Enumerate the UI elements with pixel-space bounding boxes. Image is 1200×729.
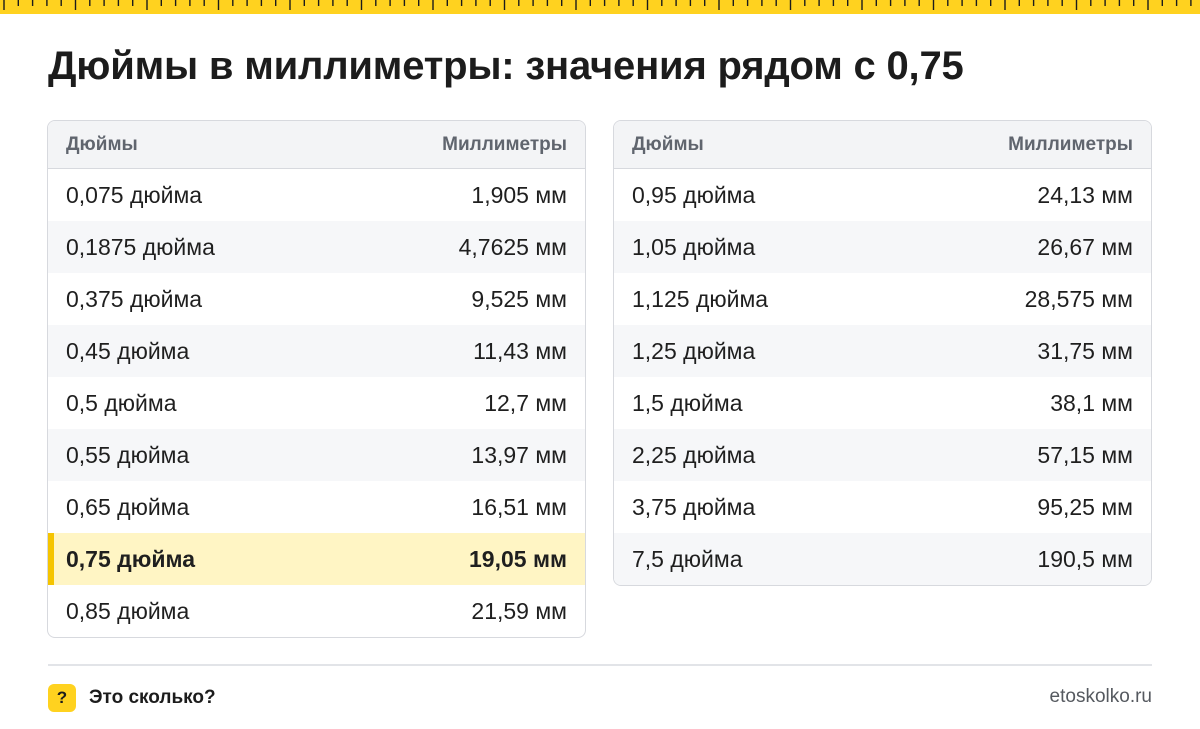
cell-inches: 1,25 дюйма <box>632 337 756 364</box>
table-row: 2,25 дюйма 57,15 мм <box>614 429 1151 481</box>
table-header: Дюймы Миллиметры <box>614 121 1151 169</box>
cell-mm: 28,575 мм <box>1024 285 1133 312</box>
cell-mm: 13,97 мм <box>471 441 567 468</box>
cell-inches: 0,65 дюйма <box>66 493 190 520</box>
cell-mm: 9,525 мм <box>471 285 567 312</box>
cell-inches: 0,1875 дюйма <box>66 233 215 260</box>
cell-inches: 1,05 дюйма <box>632 233 756 260</box>
cell-mm: 190,5 мм <box>1037 545 1133 572</box>
cell-mm: 95,25 мм <box>1037 493 1133 520</box>
cell-mm: 16,51 мм <box>471 493 567 520</box>
cell-mm: 11,43 мм <box>473 337 567 364</box>
cell-mm: 57,15 мм <box>1037 441 1133 468</box>
column-header-inches: Дюймы <box>66 133 138 155</box>
conversion-table-right: Дюймы Миллиметры 0,95 дюйма 24,13 мм 1,0… <box>613 120 1152 586</box>
table-row: 1,5 дюйма 38,1 мм <box>614 377 1151 429</box>
footer-divider <box>48 664 1152 666</box>
cell-mm: 21,59 мм <box>471 597 567 624</box>
table-header: Дюймы Миллиметры <box>48 121 585 169</box>
cell-inches: 1,5 дюйма <box>632 389 743 416</box>
table-row: 3,75 дюйма 95,25 мм <box>614 481 1151 533</box>
table-row: 0,65 дюйма 16,51 мм <box>48 481 585 533</box>
cell-mm: 1,905 мм <box>471 181 567 208</box>
cell-inches: 3,75 дюйма <box>632 493 756 520</box>
cell-inches: 0,75 дюйма <box>66 545 196 572</box>
ruler-strip <box>0 0 1200 14</box>
table-row: 1,25 дюйма 31,75 мм <box>614 325 1151 377</box>
table-row-highlighted: 0,75 дюйма 19,05 мм <box>48 533 585 585</box>
column-header-mm: Миллиметры <box>1008 133 1133 155</box>
table-row: 0,375 дюйма 9,525 мм <box>48 273 585 325</box>
cell-inches: 0,45 дюйма <box>66 337 190 364</box>
cell-inches: 7,5 дюйма <box>632 545 743 572</box>
cell-mm: 31,75 мм <box>1037 337 1133 364</box>
brand-name: Это сколько? <box>89 687 216 708</box>
conversion-table-left: Дюймы Миллиметры 0,075 дюйма 1,905 мм 0,… <box>47 120 586 638</box>
column-header-mm: Миллиметры <box>442 133 567 155</box>
table-row: 0,45 дюйма 11,43 мм <box>48 325 585 377</box>
cell-mm: 24,13 мм <box>1037 181 1133 208</box>
cell-inches: 0,075 дюйма <box>66 181 203 208</box>
cell-inches: 0,85 дюйма <box>66 597 190 624</box>
column-header-inches: Дюймы <box>632 133 704 155</box>
cell-mm: 19,05 мм <box>469 545 567 572</box>
ruler-ticks <box>3 0 1192 10</box>
table-row: 0,85 дюйма 21,59 мм <box>48 585 585 637</box>
site-url: etoskolko.ru <box>1049 686 1152 707</box>
table-row: 0,5 дюйма 12,7 мм <box>48 377 585 429</box>
table-row: 1,125 дюйма 28,575 мм <box>614 273 1151 325</box>
cell-mm: 12,7 мм <box>484 389 567 416</box>
cell-inches: 0,55 дюйма <box>66 441 190 468</box>
cell-inches: 1,125 дюйма <box>632 285 769 312</box>
cell-inches: 0,95 дюйма <box>632 181 756 208</box>
table-row: 0,075 дюйма 1,905 мм <box>48 169 585 221</box>
cell-inches: 0,5 дюйма <box>66 389 177 416</box>
table-row: 0,55 дюйма 13,97 мм <box>48 429 585 481</box>
question-mark-icon: ? <box>48 684 76 712</box>
table-row: 0,95 дюйма 24,13 мм <box>614 169 1151 221</box>
table-row: 1,05 дюйма 26,67 мм <box>614 221 1151 273</box>
cell-mm: 26,67 мм <box>1037 233 1133 260</box>
brand: ? Это сколько? <box>48 684 216 712</box>
cell-mm: 4,7625 мм <box>458 233 567 260</box>
table-row: 7,5 дюйма 190,5 мм <box>614 533 1151 585</box>
cell-inches: 0,375 дюйма <box>66 285 203 312</box>
cell-mm: 38,1 мм <box>1050 389 1133 416</box>
page-title: Дюймы в миллиметры: значения рядом с 0,7… <box>48 44 964 88</box>
cell-inches: 2,25 дюйма <box>632 441 756 468</box>
table-row: 0,1875 дюйма 4,7625 мм <box>48 221 585 273</box>
